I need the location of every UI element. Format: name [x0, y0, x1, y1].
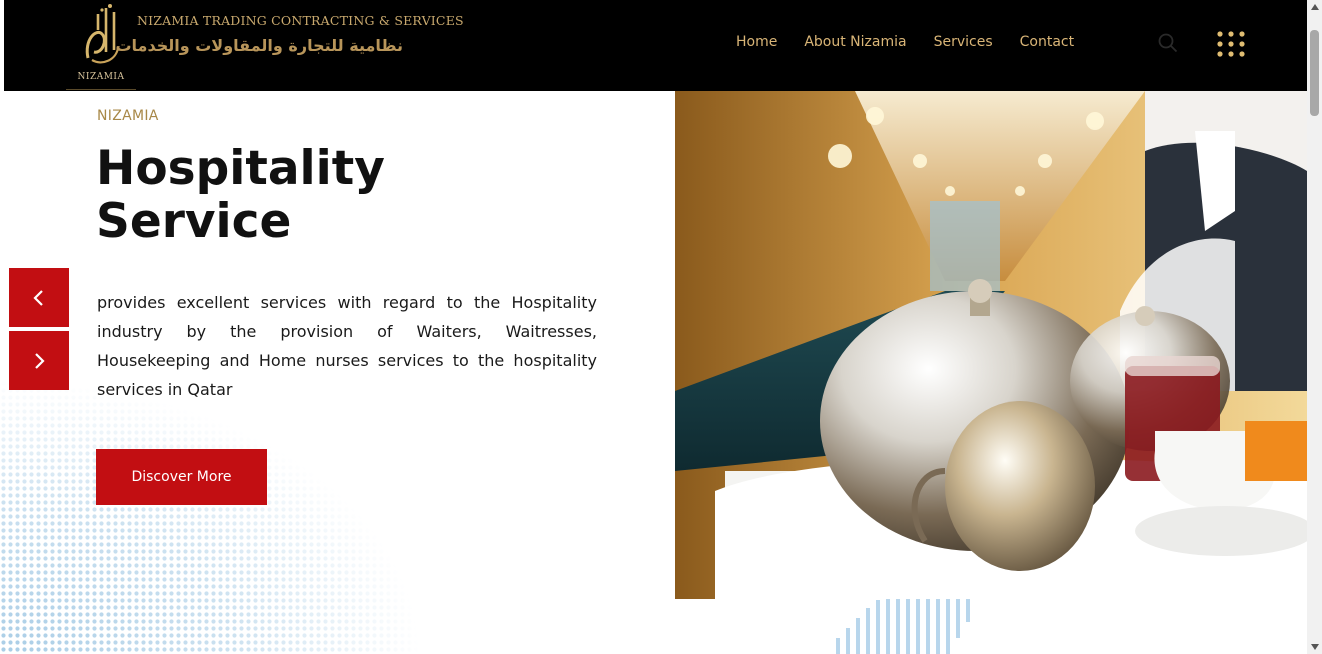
brand-name-arabic: نظامية للتجارة والمقاولات والخدمات	[115, 36, 403, 55]
nav-about-nizamia[interactable]: About Nizamia	[804, 34, 906, 50]
chevron-right-icon	[35, 352, 45, 369]
discover-more-button[interactable]: Discover More	[96, 449, 267, 505]
hero-title: Hospitality Service	[96, 142, 616, 248]
chevron-left-icon	[33, 289, 43, 306]
hero-title-line2: Service	[96, 194, 292, 249]
search-icon[interactable]	[1158, 33, 1178, 53]
halftone-pattern	[0, 380, 420, 654]
nav-services[interactable]: Services	[934, 34, 993, 50]
brand-name-english: NIZAMIA TRADING CONTRACTING & SERVICES	[137, 13, 464, 28]
slider-next-button[interactable]	[9, 331, 69, 390]
grid-menu-icon[interactable]	[1216, 30, 1246, 58]
vertical-scrollbar[interactable]	[1307, 0, 1322, 654]
nav-home[interactable]: Home	[736, 34, 777, 50]
hero-description: provides excellent services with regard …	[97, 293, 597, 399]
nav-contact[interactable]: Contact	[1020, 34, 1074, 50]
page-viewport: NIZAMIA NIZAMIA TRADING CONTRACTING & SE…	[0, 0, 1307, 654]
hero-image	[675, 91, 1307, 599]
scroll-down-icon[interactable]	[1307, 640, 1322, 654]
scroll-up-icon[interactable]	[1307, 0, 1322, 14]
hero-eyebrow: NIZAMIA	[97, 108, 159, 124]
hero-title-line1: Hospitality	[96, 141, 385, 196]
slider-prev-button[interactable]	[9, 268, 69, 327]
logo-caption: NIZAMIA	[77, 72, 125, 82]
main-nav: Home About Nizamia Services Contact	[736, 34, 1074, 50]
scrollbar-thumb[interactable]	[1310, 30, 1319, 116]
site-header: NIZAMIA NIZAMIA TRADING CONTRACTING & SE…	[4, 0, 1307, 91]
stripe-pattern	[836, 598, 970, 654]
